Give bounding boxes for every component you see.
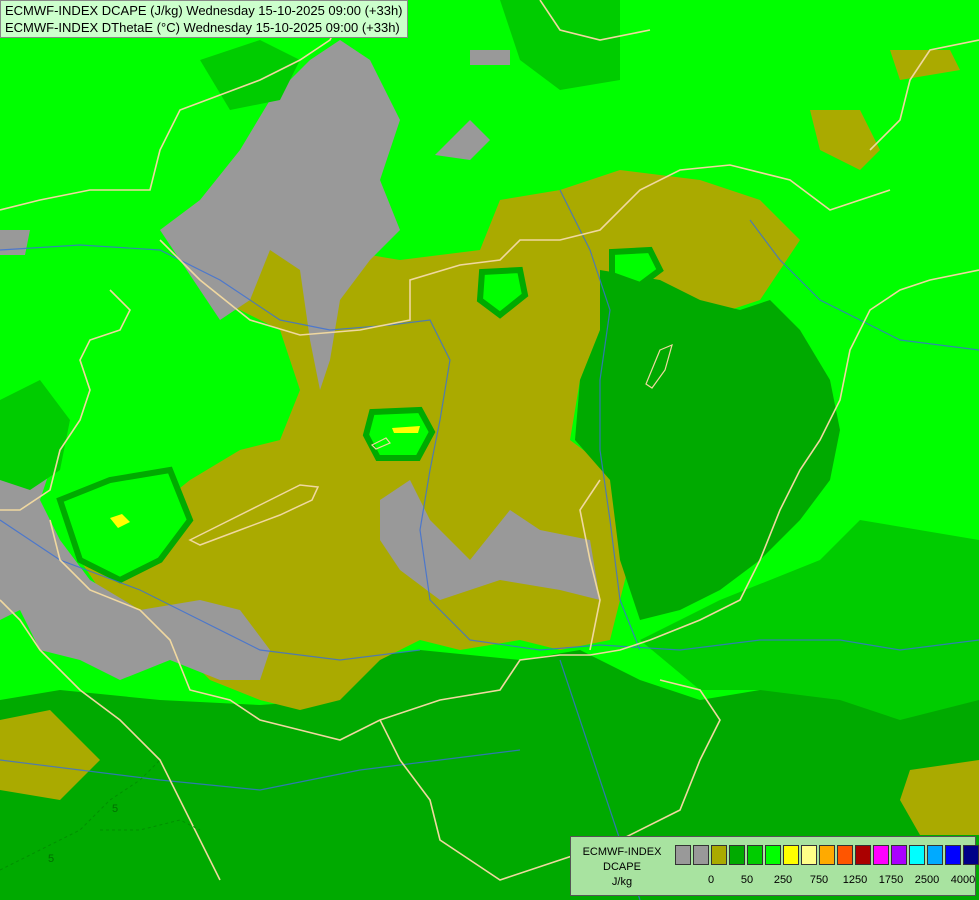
legend-title-line1: ECMWF-INDEX [582,846,662,858]
legend-swatch-3 [729,845,745,865]
legend-ticks: 0 50 250 750 1250 1750 2500 4000 [675,874,975,890]
dcape-map: 55 [0,0,979,900]
legend-tick-2: 250 [773,874,793,886]
legend-swatch-4 [747,845,763,865]
legend-title: ECMWF-INDEX DCAPE J/kg [571,845,673,890]
legend-title-line2: DCAPE [603,861,641,873]
legend-swatch-12 [891,845,907,865]
legend-swatch-0 [675,845,691,865]
dcape-area-gray-north-strip [470,50,510,65]
dcape-area-bright-green-island-center [362,406,436,461]
legend-swatch-16 [963,845,979,865]
legend-tick-6: 2500 [914,874,940,886]
legend-unit: J/kg [611,876,633,888]
legend-swatch-8 [819,845,835,865]
legend-swatch-5 [765,845,781,865]
title-dthetae: ECMWF-INDEX DThetaE (°C) Wednesday 15-10… [5,20,400,35]
map-stage: 55 ECMWF-INDEX DCAPE (J/kg) Wednesday 15… [0,0,979,900]
legend-swatch-15 [945,845,961,865]
legend-tick-1: 50 [740,874,754,886]
legend-swatches [675,845,979,865]
color-legend: ECMWF-INDEX DCAPE J/kg 0 50 250 750 1250 1750… [570,836,979,896]
legend-swatch-1 [693,845,709,865]
legend-swatch-14 [927,845,943,865]
legend-swatch-6 [783,845,799,865]
contour-label-contour_b: 5 [48,853,54,865]
title-dcape: ECMWF-INDEX DCAPE (J/kg) Wednesday 15-10… [5,3,403,18]
map-title-box: ECMWF-INDEX DCAPE (J/kg) Wednesday 15-10… [0,0,408,38]
legend-swatch-13 [909,845,925,865]
legend-tick-5: 1750 [878,874,904,886]
legend-tick-4: 1250 [842,874,868,886]
legend-swatch-10 [855,845,871,865]
legend-tick-7: 4000 [950,874,976,886]
legend-swatch-11 [873,845,889,865]
legend-swatch-9 [837,845,853,865]
legend-swatch-7 [801,845,817,865]
contour-label-contour_a: 5 [112,803,118,815]
legend-swatch-2 [711,845,727,865]
legend-tick-3: 750 [809,874,829,886]
dcape-area-gray-west [0,230,30,255]
legend-tick-0: 0 [707,874,715,886]
